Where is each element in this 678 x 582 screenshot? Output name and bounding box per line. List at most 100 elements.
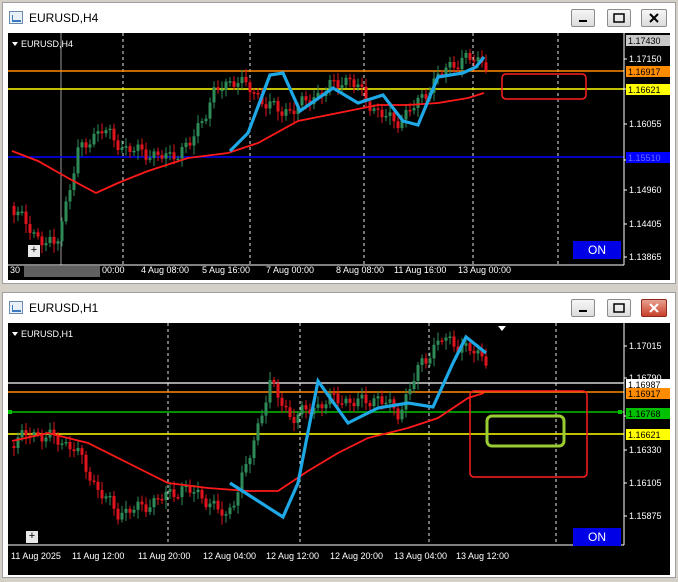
level-handle-left [8, 410, 12, 414]
candle-body [168, 489, 172, 492]
chart-window-h1[interactable]: EURUSD,H1 1.17015 1.16790 1.16330 1.1610… [2, 292, 676, 578]
candle-body [224, 81, 228, 90]
candle-body [336, 393, 340, 404]
shift-marker-icon [498, 326, 506, 331]
candle-body [68, 442, 72, 450]
candle-body [404, 109, 408, 120]
level-badge-label: 1.16917 [628, 389, 661, 399]
minimize-icon [579, 310, 587, 312]
candle-body [216, 500, 220, 510]
candle-body [112, 128, 116, 141]
level-badge-label: 1.16621 [628, 85, 661, 95]
candle-body [228, 81, 232, 83]
candle-body [448, 61, 452, 68]
candle-body [148, 157, 152, 160]
candle-body [236, 492, 240, 506]
minimize-button[interactable] [571, 9, 595, 27]
close-icon [649, 303, 659, 313]
candle-body [76, 448, 80, 452]
price-tick-label: 1.17015 [629, 341, 662, 351]
moving-average-line [11, 392, 485, 492]
candle-body [396, 408, 400, 420]
price-chart-h1[interactable]: 1.170151.167901.165601.163301.161051.158… [8, 323, 670, 575]
candle-body [356, 84, 360, 88]
candle-body [472, 59, 476, 62]
candle-body [424, 94, 428, 99]
chart-window-icon [9, 11, 23, 24]
candle-body [212, 87, 216, 103]
zoom-plus-button[interactable]: + [28, 245, 40, 257]
candle-body [288, 109, 292, 111]
close-button[interactable] [641, 299, 667, 317]
candle-body [264, 104, 268, 109]
candle-body [348, 398, 352, 403]
candle-body [28, 223, 32, 233]
window-titlebar[interactable]: EURUSD,H4 [3, 3, 675, 33]
candle-body [428, 358, 432, 364]
candle-body [164, 491, 168, 500]
candle-body [176, 158, 180, 161]
candle-body [300, 96, 304, 106]
candle-body [416, 364, 420, 381]
candle-body [484, 62, 488, 71]
candle-body [160, 499, 164, 501]
candle-body [96, 481, 100, 490]
minimize-button[interactable] [571, 299, 595, 317]
autotrade-on-button[interactable]: ON [573, 528, 621, 546]
candle-body [204, 498, 208, 508]
candle-body [232, 81, 236, 87]
candle-body [108, 128, 112, 131]
candle-body [340, 403, 344, 405]
chart-window-h4[interactable]: EURUSD,H4 1.17150 1.16055 1.14960 1.1440… [2, 2, 676, 284]
candle-body [216, 87, 220, 90]
candle-body [264, 402, 268, 416]
maximize-button[interactable] [607, 299, 631, 317]
candle-body [68, 190, 72, 202]
candle-body [284, 405, 288, 408]
candle-body [276, 383, 280, 398]
maximize-icon [613, 303, 625, 313]
candle-body [104, 130, 108, 134]
candle-body [64, 201, 68, 222]
candle-body [324, 404, 328, 409]
candle-body [12, 446, 16, 448]
candle-body [140, 144, 144, 150]
candlestick-plot[interactable]: 1.170151.167901.165601.163301.161051.158… [8, 323, 670, 575]
candle-body [208, 102, 212, 119]
candle-body [252, 92, 256, 94]
candle-body [232, 505, 236, 508]
candle-body [152, 498, 156, 508]
window-titlebar[interactable]: EURUSD,H1 [3, 293, 675, 323]
price-tick-label: 1.16330 [629, 445, 662, 455]
candle-body [360, 394, 364, 399]
candle-body [400, 409, 404, 420]
zoom-plus-button[interactable]: + [26, 531, 38, 543]
price-chart-h4[interactable]: 1.171501.165951.160551.155101.149601.144… [8, 33, 670, 280]
price-tick-label: 1.13865 [629, 252, 662, 262]
candle-body [196, 123, 200, 137]
candle-body [288, 407, 292, 418]
candle-body [396, 121, 400, 129]
candle-body [116, 508, 120, 520]
candle-body [268, 379, 272, 403]
candle-body [348, 77, 352, 80]
candle-body [212, 500, 216, 504]
candle-body [388, 399, 392, 403]
candle-body [24, 430, 28, 436]
candle-body [484, 356, 488, 366]
candle-body [80, 448, 84, 455]
autotrade-on-button[interactable]: ON [573, 241, 621, 259]
candle-body [440, 340, 444, 343]
close-button[interactable] [641, 9, 667, 27]
candle-body [172, 489, 176, 498]
candlestick-plot[interactable]: 1.171501.165951.160551.155101.149601.144… [8, 33, 670, 280]
time-tick-label: 11 Aug 2025 [11, 551, 61, 561]
candle-body [292, 110, 296, 114]
candle-body [368, 403, 372, 407]
time-tick-label: 00:00 [102, 265, 125, 275]
maximize-button[interactable] [607, 9, 631, 27]
candle-body [408, 389, 412, 395]
level-handle-right [618, 410, 622, 414]
candle-body [332, 393, 336, 395]
candle-body [252, 440, 256, 459]
